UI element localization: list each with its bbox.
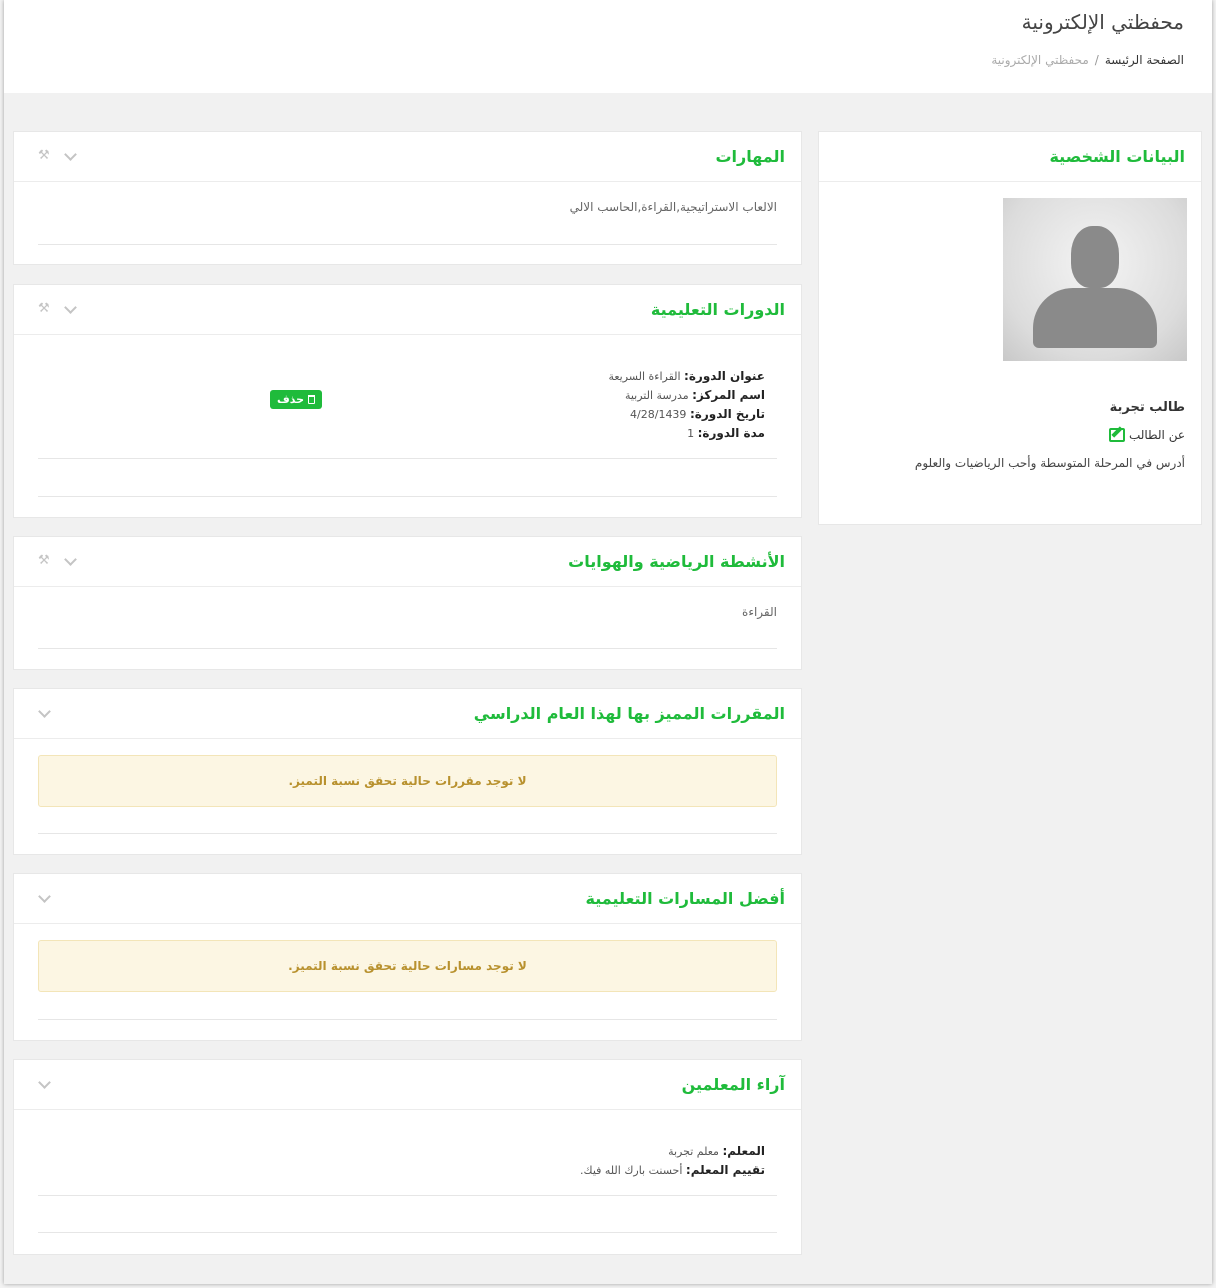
divider [38,244,777,245]
best-tracks-panel-tools [38,891,52,905]
about-student-text: أدرس في المرحلة المتوسطة وأحب الرياضيات … [914,456,1185,470]
divider [38,1195,777,1196]
app-frame: محفظتي الإلكترونية الصفحة الرئيسة / محفظ… [4,0,1212,1284]
course-field-center: اسم المركز: مدرسة التربية [624,388,765,402]
about-student-row: عن الطالب [1108,428,1185,442]
wrench-icon[interactable]: ⚒ [38,302,52,316]
breadcrumb-home-link[interactable]: الصفحة الرئيسة [1105,53,1184,67]
teacher-opinion-details: المعلم: معلم تجربة تقييم المعلم: أحسنت ب… [580,1142,765,1180]
teacher-field-name: المعلم: معلم تجربة [668,1144,765,1158]
edit-icon[interactable] [1108,428,1125,442]
profile-panel-header: البيانات الشخصية [819,132,1201,182]
no-best-tracks-alert: لا توجد مسارات حالية تحقق نسبة التميز. [38,940,777,992]
distinguished-courses-panel: المقررات المميز بها لهذا العام الدراسي ل… [13,688,802,855]
divider [38,1019,777,1020]
distinguished-courses-panel-header: المقررات المميز بها لهذا العام الدراسي [14,689,801,739]
course-field-duration: مدة الدورة: 1 [687,426,765,440]
wrench-icon[interactable]: ⚒ [38,149,52,163]
delete-course-button[interactable]: حذف [270,390,323,409]
teacher-field-rating: تقييم المعلم: أحسنت بارك الله فيك. [580,1163,765,1177]
breadcrumb-separator: / [1094,53,1099,67]
avatar-body-shape [1033,288,1157,348]
courses-panel-title: الدورات التعليمية [650,300,785,319]
breadcrumb-current: محفظتي الإلكترونية [991,53,1089,67]
activities-panel-header: الأنشطة الرياضية والهوايات ⚒ [14,537,801,587]
skills-panel-tools: ⚒ [38,149,78,163]
chevron-down-icon[interactable] [64,554,78,568]
profile-panel-title: البيانات الشخصية [1049,147,1185,166]
profile-panel: البيانات الشخصية طالب تجربة عن الطالب أد… [818,131,1202,525]
course-field-date: تاريخ الدورة: 4/28/1439 [630,407,765,421]
skills-text: الالعاب الاستراتيجية,القراءة,الحاسب الال… [569,200,777,214]
divider [38,1232,777,1233]
teacher-opinions-panel-header: آراء المعلمين [14,1060,801,1110]
chevron-down-icon[interactable] [38,1077,52,1091]
course-field-title: عنوان الدورة: القراءة السريعة [608,369,765,383]
courses-panel-tools: ⚒ [38,302,78,316]
divider [38,458,777,459]
avatar-head-shape [1071,226,1119,288]
page-header: محفظتي الإلكترونية الصفحة الرئيسة / محفظ… [4,0,1212,93]
chevron-down-icon[interactable] [64,149,78,163]
teacher-opinions-panel: آراء المعلمين المعلم: معلم تجربة تقييم ا… [13,1059,802,1255]
skills-panel-title: المهارات [715,147,785,166]
divider [38,648,777,649]
distinguished-courses-panel-title: المقررات المميز بها لهذا العام الدراسي [473,704,785,723]
activities-text: القراءة [742,605,777,619]
activities-panel-title: الأنشطة الرياضية والهوايات [568,552,785,571]
divider [38,496,777,497]
best-tracks-panel-title: أفضل المسارات التعليمية [585,889,785,908]
best-tracks-panel-header: أفضل المسارات التعليمية [14,874,801,924]
trash-icon [308,395,316,404]
skills-panel-header: المهارات ⚒ [14,132,801,182]
chevron-down-icon[interactable] [38,891,52,905]
course-details: عنوان الدورة: القراءة السريعة اسم المركز… [608,367,765,443]
activities-panel-tools: ⚒ [38,554,78,568]
activities-panel: الأنشطة الرياضية والهوايات ⚒ القراءة [13,536,802,670]
divider [38,833,777,834]
page-title: محفظتي الإلكترونية [1021,10,1184,34]
no-distinguished-courses-alert: لا توجد مقررات حالية تحقق نسبة التميز. [38,755,777,807]
distinguished-courses-panel-tools [38,706,52,720]
courses-panel: الدورات التعليمية ⚒ عنوان الدورة: القراء… [13,284,802,518]
teacher-opinions-panel-tools [38,1077,52,1091]
skills-panel: المهارات ⚒ الالعاب الاستراتيجية,القراءة,… [13,131,802,265]
avatar [1003,198,1187,361]
chevron-down-icon[interactable] [64,302,78,316]
teacher-opinions-panel-title: آراء المعلمين [681,1075,785,1094]
about-student-label: عن الطالب [1128,428,1185,442]
chevron-down-icon[interactable] [38,706,52,720]
wrench-icon[interactable]: ⚒ [38,554,52,568]
courses-panel-header: الدورات التعليمية ⚒ [14,285,801,335]
student-name: طالب تجربة [1109,400,1185,415]
breadcrumb: الصفحة الرئيسة / محفظتي الإلكترونية [991,53,1184,67]
best-tracks-panel: أفضل المسارات التعليمية لا توجد مسارات ح… [13,873,802,1041]
